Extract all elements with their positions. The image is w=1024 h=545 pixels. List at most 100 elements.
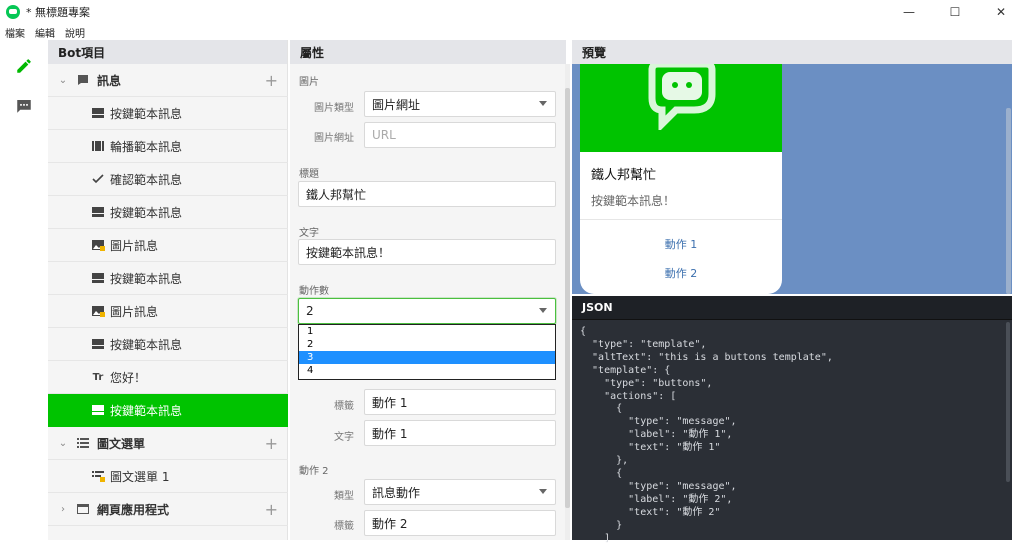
tree-item-label: 圖片訊息 (110, 238, 159, 253)
buttons-template-icon (91, 205, 105, 219)
right-edge (1012, 40, 1024, 540)
tree-item-label: 按鍵範本訊息 (110, 337, 183, 352)
title-input[interactable]: 鐵人邦幫忙 (298, 181, 556, 207)
tree-item-selected[interactable]: 按鍵範本訊息 (48, 394, 288, 427)
tree-item[interactable]: 確認範本訊息 (48, 163, 288, 196)
dropdown-option[interactable]: 4 (299, 364, 555, 377)
menu-file[interactable]: 檔案 (0, 25, 30, 40)
action2-type-label: 類型 (334, 491, 354, 502)
image-icon (91, 304, 105, 318)
chevron-right-icon[interactable]: › (57, 504, 69, 515)
tree-item[interactable]: 圖文選單 1 (48, 460, 288, 493)
buttons-template-icon (91, 106, 105, 120)
json-scrollbar[interactable] (1006, 322, 1010, 482)
json-panel-header: JSON (572, 296, 1012, 320)
action-count-select[interactable]: 2 (298, 298, 556, 324)
tree-item[interactable]: Tr 您好！ (48, 361, 288, 394)
window-title: * 無標題專案 (26, 6, 90, 19)
chevron-down-icon[interactable]: ⌄ (57, 75, 69, 86)
tree-item[interactable]: 圖片訊息 (48, 229, 288, 262)
text-input[interactable]: 按鍵範本訊息！ (298, 239, 556, 265)
props-panel-header: 屬性 (290, 40, 566, 64)
tree-item-label: 按鍵範本訊息 (110, 403, 183, 418)
tree-group-webapp[interactable]: › 網頁應用程式 + (48, 493, 288, 526)
tree-item[interactable]: 按鍵範本訊息 (48, 97, 288, 130)
image-url-label: 圖片網址 (314, 133, 354, 144)
tree-item[interactable]: 按鍵範本訊息 (48, 328, 288, 361)
action2-type-select[interactable]: 訊息動作 (364, 479, 556, 505)
action2-label-input[interactable]: 動作 2 (364, 510, 556, 536)
bot-items-panel: Bot項目 ⌄ 訊息 + 按鍵範本訊息 輪播範本訊息 確認範本訊息 按鍵範本訊息… (48, 40, 288, 540)
properties-panel: 屬性 圖片 圖片類型 圖片網址 圖片網址 URL 標題 鐵人邦幫忙 文字 按鍵範… (290, 40, 566, 540)
card-action-button[interactable]: 動作 1 (580, 236, 782, 252)
title-section-label: 標題 (299, 169, 319, 180)
window-controls: — ☐ ✕ (886, 0, 1024, 24)
image-section-label: 圖片 (299, 77, 319, 88)
action1-label-label: 標籤 (334, 401, 354, 412)
action1-label-input[interactable]: 動作 1 (364, 389, 556, 415)
group-label: 網頁應用程式 (97, 502, 170, 517)
text-section-label: 文字 (299, 228, 319, 239)
json-code-view: { "type": "template", "altText": "this i… (580, 326, 833, 544)
tree-item-label: 按鍵範本訊息 (110, 106, 183, 121)
menu-help[interactable]: 說明 (60, 25, 90, 40)
tree-item[interactable]: 輪播範本訊息 (48, 130, 288, 163)
chevron-down-icon (539, 489, 547, 494)
close-button[interactable]: ✕ (978, 0, 1024, 24)
tree-item[interactable]: 按鍵範本訊息 (48, 262, 288, 295)
richmenu-icon (91, 469, 105, 483)
action-count-dropdown[interactable]: 1 2 3 4 (298, 324, 556, 380)
dropdown-option[interactable]: 1 (299, 325, 555, 338)
hero-image (580, 64, 782, 152)
dropdown-option-highlighted[interactable]: 3 (299, 351, 555, 364)
carousel-icon (91, 139, 105, 153)
menu-edit[interactable]: 編輯 (30, 25, 60, 40)
preview-scrollbar[interactable] (1006, 108, 1011, 294)
chat-logo-icon (648, 64, 716, 130)
icon-rail (0, 40, 48, 540)
image-type-select[interactable]: 圖片網址 (364, 91, 556, 117)
buttons-template-icon (91, 337, 105, 351)
add-icon[interactable]: + (265, 71, 278, 90)
image-type-label: 圖片類型 (314, 103, 354, 114)
text-icon: Tr (92, 371, 104, 383)
add-icon[interactable]: + (265, 500, 278, 519)
buttons-template-icon (91, 271, 105, 285)
maximize-button[interactable]: ☐ (932, 0, 978, 24)
tree-group-richmenu[interactable]: ⌄ 圖文選單 + (48, 427, 288, 460)
minimize-button[interactable]: — (886, 0, 932, 24)
tree-item[interactable]: 圖片訊息 (48, 295, 288, 328)
image-type-value: 圖片網址 (372, 97, 421, 112)
chevron-down-icon (539, 308, 547, 313)
preview-panel: 鐵人邦幫忙 按鍵範本訊息！ 動作 1 動作 2 預覽 (572, 40, 1012, 294)
app-logo-icon (6, 5, 20, 19)
image-icon (91, 238, 105, 252)
menu-bar: 檔案 編輯 說明 (0, 24, 1024, 40)
card-action-button[interactable]: 動作 2 (580, 265, 782, 281)
image-url-input[interactable]: URL (364, 122, 556, 148)
chevron-down-icon[interactable]: ⌄ (57, 438, 69, 449)
add-icon[interactable]: + (265, 434, 278, 453)
dropdown-option[interactable]: 2 (299, 338, 555, 351)
card-divider (580, 219, 782, 220)
preview-panel-header: 預覽 (572, 40, 1012, 64)
chevron-down-icon (539, 101, 547, 106)
group-label: 圖文選單 (97, 436, 146, 451)
browser-icon (75, 504, 91, 514)
tree-item-label: 您好！ (110, 370, 147, 385)
tree-item-label: 確認範本訊息 (110, 172, 183, 187)
pencil-icon[interactable] (12, 54, 36, 78)
tree-item-label: 圖文選單 1 (110, 469, 170, 484)
card-title: 鐵人邦幫忙 (591, 168, 657, 183)
props-scrollbar-thumb[interactable] (565, 88, 570, 508)
tree-group-messages[interactable]: ⌄ 訊息 + (48, 64, 288, 97)
tree-item[interactable]: 按鍵範本訊息 (48, 196, 288, 229)
message-icon (75, 74, 91, 86)
tree-item-label: 圖片訊息 (110, 304, 159, 319)
message-preview-card: 鐵人邦幫忙 按鍵範本訊息！ 動作 1 動作 2 (580, 64, 782, 294)
card-text: 按鍵範本訊息！ (591, 194, 676, 208)
action2-label-label: 標籤 (334, 521, 354, 532)
check-icon (91, 172, 105, 186)
action1-text-input[interactable]: 動作 1 (364, 420, 556, 446)
chat-icon[interactable] (12, 94, 36, 118)
